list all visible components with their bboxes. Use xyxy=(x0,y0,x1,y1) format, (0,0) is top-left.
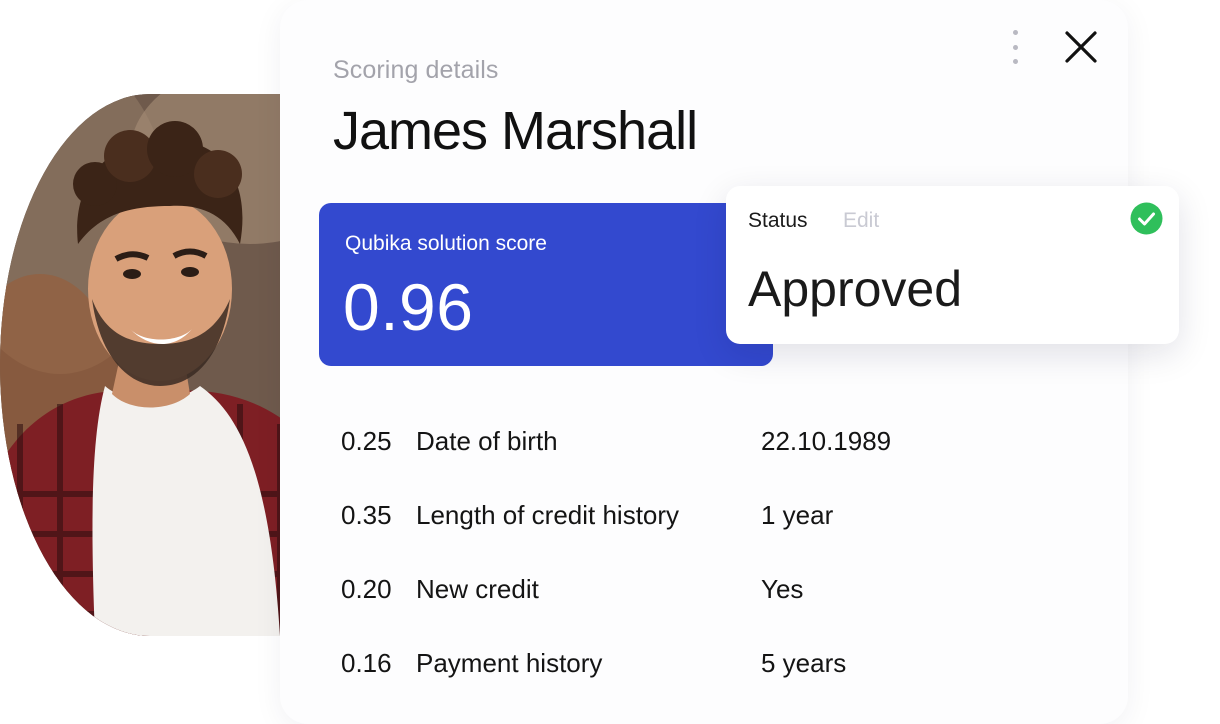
status-edit-link[interactable]: Edit xyxy=(843,209,879,233)
kebab-vertical-icon xyxy=(1012,30,1018,35)
criteria-weight: 0.16 xyxy=(341,648,392,678)
more-options-button[interactable] xyxy=(1004,30,1026,64)
criteria-weight: 0.25 xyxy=(341,426,392,456)
criteria-value: 22.10.1989 xyxy=(761,426,892,456)
criteria-label: Date of birth xyxy=(416,426,558,456)
applicant-photo xyxy=(0,94,300,636)
criteria-value: Yes xyxy=(761,574,804,604)
status-label: Status xyxy=(748,209,808,232)
score-label: Qubika solution score xyxy=(345,232,547,255)
status-value: Approved xyxy=(748,261,963,317)
criteria-value: 1 year xyxy=(761,500,834,530)
criteria-label: Payment history xyxy=(416,648,603,678)
page-title: James Marshall xyxy=(333,101,698,161)
close-button[interactable] xyxy=(1060,26,1102,68)
criteria-weight: 0.20 xyxy=(341,574,392,604)
criteria-weight: 0.35 xyxy=(341,500,392,530)
criteria-value: 5 years xyxy=(761,648,847,678)
scoring-screen: Scoring details James Marshall Qubika so… xyxy=(0,0,1220,724)
criteria-label: Length of credit history xyxy=(416,500,680,530)
criteria-label: New credit xyxy=(416,574,539,604)
status-card: Status Edit Approved xyxy=(726,186,1179,344)
score-card: Qubika solution score 0.96 xyxy=(319,203,773,366)
score-value: 0.96 xyxy=(343,270,474,344)
close-x-icon xyxy=(1065,31,1097,63)
check-circle-icon xyxy=(1130,202,1163,235)
page-subtitle: Scoring details xyxy=(333,56,499,84)
